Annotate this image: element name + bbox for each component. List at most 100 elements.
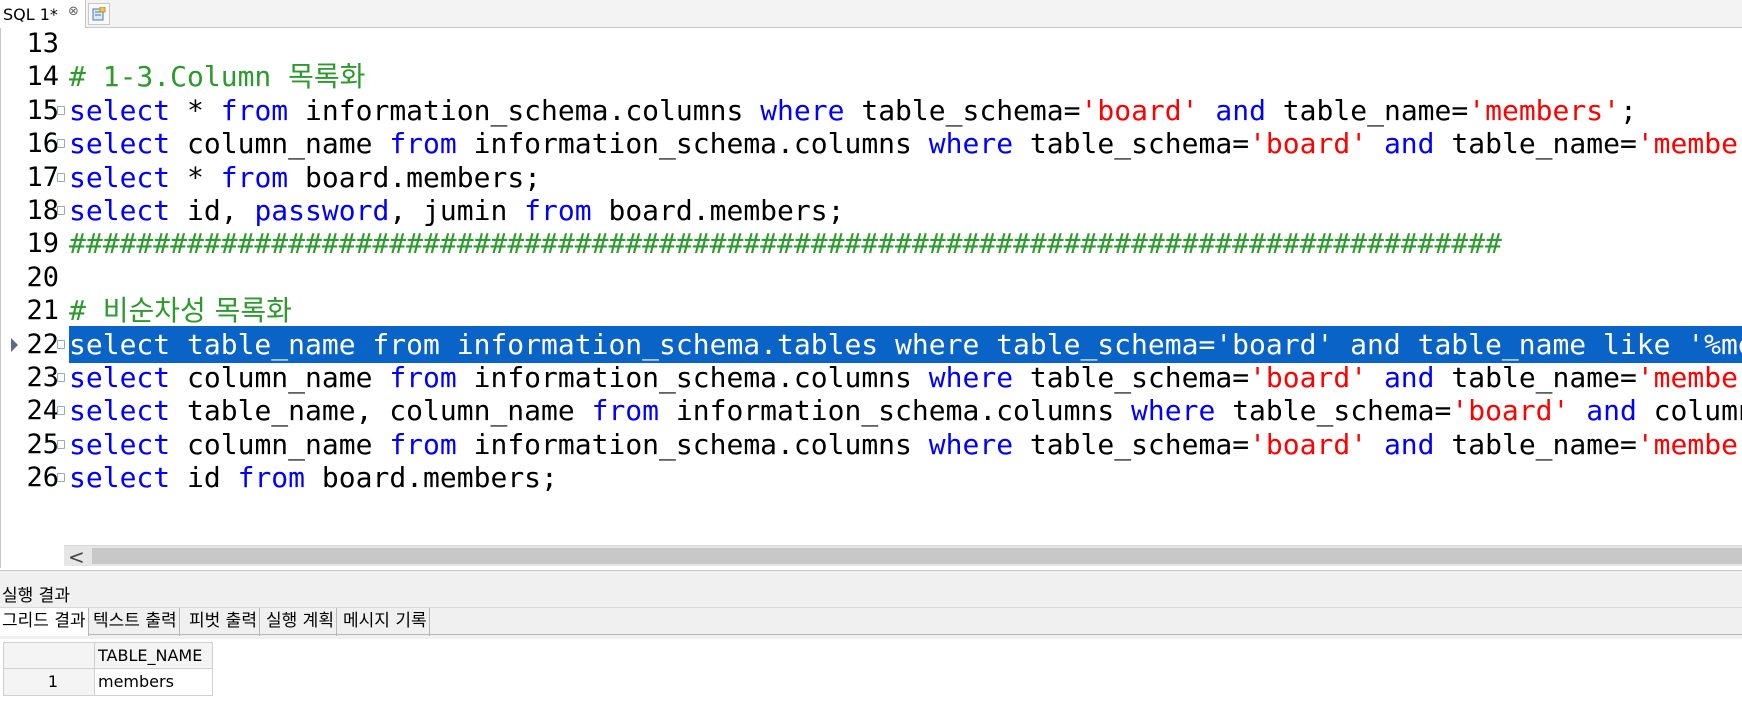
code-token: table_name= (1434, 127, 1637, 161)
code-line[interactable]: 14 # 1-3.Column 목록화 (1, 58, 1742, 95)
sql-editor[interactable]: 13 14 # 1-3.Column 목록화 15 select * from info… (0, 28, 1742, 568)
code-token: table_name= (1434, 427, 1637, 461)
new-query-icon[interactable] (88, 3, 110, 25)
code-line[interactable]: 24 select table_name, column_name from in… (1, 392, 1742, 429)
code-text: select id, password, jumin from board.me… (69, 192, 850, 229)
line-number: 17 (26, 161, 59, 193)
code-token: where (1131, 394, 1216, 428)
code-token: # (69, 294, 103, 328)
code-token: table_schema= (1013, 127, 1250, 161)
code-token: ########################################… (69, 227, 1502, 261)
line-number: 18 (26, 195, 59, 226)
code-text: select column_name from information_sche… (69, 125, 1742, 162)
editor-tab-bar: SQL 1* ⊗ (0, 0, 1742, 28)
code-token: select (69, 93, 171, 127)
code-token: 'members' (1468, 93, 1620, 127)
fold-marker-icon[interactable] (57, 139, 65, 149)
code-text: # 1-3.Column 목록화 (69, 58, 371, 95)
code-token: column_name (170, 361, 390, 394)
code-token: 'board' (1080, 93, 1199, 127)
code-token: information_schema.columns (288, 93, 761, 127)
line-number: 14 (26, 61, 59, 93)
grid-corner-cell[interactable] (3, 642, 95, 669)
code-token: column_name (1653, 394, 1742, 428)
tab-sql-1[interactable]: SQL 1* ⊗ (0, 0, 86, 28)
code-token: 'members' (1636, 127, 1742, 161)
code-token: table_name, column_name (170, 394, 592, 428)
tab-execution-plan[interactable]: 실행 계획 (264, 608, 337, 636)
line-number: 26 (26, 462, 59, 494)
code-line[interactable]: 25 select column_name from information_sc… (1, 426, 1742, 463)
horizontal-scrollbar[interactable]: < (64, 545, 1742, 569)
code-token: password (254, 194, 390, 227)
scrollbar-thumb[interactable] (92, 548, 1742, 564)
code-text: select column_name from information_sche… (69, 359, 1742, 396)
fold-marker-icon[interactable] (57, 439, 65, 449)
code-token: information_schema.columns (456, 361, 929, 394)
tab-grid-results[interactable]: 그리드 결과 (0, 608, 89, 636)
code-token: column_name (170, 127, 390, 161)
code-text: # 비순차성 목록화 (69, 292, 298, 329)
grid-cell[interactable]: members (95, 669, 213, 696)
line-number: 13 (26, 28, 59, 59)
line-number: 20 (26, 261, 59, 293)
code-token: 'board' (1249, 427, 1368, 461)
results-panel: 실행 결과 그리드 결과 텍스트 출력 피벗 출력 실행 계획 메시지 기록 T… (0, 570, 1742, 715)
tab-message-log[interactable]: 메시지 기록 (341, 608, 430, 636)
fold-marker-icon[interactable] (57, 373, 65, 382)
code-line[interactable]: 26 select id from board.members; (1, 459, 1742, 496)
code-token: from (389, 427, 457, 461)
tab-text-output[interactable]: 텍스트 출력 (91, 608, 180, 636)
fold-marker-icon[interactable] (57, 206, 65, 215)
code-token: from (389, 361, 457, 394)
code-token: * (170, 160, 221, 194)
fold-marker-icon[interactable] (57, 172, 65, 182)
code-token: ; (1619, 93, 1637, 127)
fold-marker-icon[interactable] (57, 473, 65, 483)
code-token: from (389, 127, 457, 161)
grid-row-number[interactable]: 1 (3, 669, 95, 696)
code-line[interactable]: 20 (1, 259, 1742, 296)
code-line[interactable]: 17 select * from board.members; (1, 159, 1742, 196)
code-line[interactable]: 15 select * from information_schema.colum… (1, 92, 1742, 129)
tab-pivot-output[interactable]: 피벗 출력 (187, 608, 260, 636)
code-line[interactable]: 19 ######################################… (1, 225, 1742, 262)
code-token: select (69, 127, 171, 161)
scroll-left-icon[interactable]: < (68, 545, 85, 569)
line-number: 25 (26, 428, 59, 460)
code-token: 'board' (1249, 127, 1368, 161)
fold-marker-icon[interactable] (57, 406, 65, 416)
code-token: board.members; (591, 194, 845, 227)
code-text: select * from information_schema.columns… (69, 92, 1643, 129)
code-line[interactable]: 23 select column_name from information_sc… (1, 359, 1742, 396)
code-token: select (69, 427, 171, 461)
code-line[interactable]: 18 select id, password, jumin from board.… (1, 192, 1742, 229)
code-text: ########################################… (69, 225, 1508, 262)
fold-marker-icon[interactable] (57, 105, 65, 115)
close-tab-icon[interactable]: ⊗ (68, 4, 79, 19)
line-number: 23 (26, 362, 59, 393)
grid-column-header[interactable]: TABLE_NAME (95, 642, 213, 669)
code-text: select column_name from information_sche… (69, 426, 1742, 463)
results-grid: TABLE_NAME 1 members (0, 639, 1742, 715)
code-token: select (69, 194, 171, 227)
code-token: 'board' (1451, 394, 1570, 428)
code-token: select (69, 394, 171, 428)
code-token: where (760, 93, 845, 127)
code-token: select (69, 461, 171, 495)
code-line[interactable]: 22 select table_name from information_sch… (1, 325, 1742, 363)
code-line[interactable]: 16 select column_name from information_sc… (1, 125, 1742, 162)
code-token: and (1383, 127, 1435, 161)
code-line[interactable]: 13 (1, 28, 1742, 62)
code-token: 'members' (1636, 427, 1742, 461)
line-number: 15 (26, 94, 59, 126)
code-line[interactable]: 21 # 비순차성 목록화 (1, 292, 1742, 329)
code-token: 'members' (1636, 361, 1742, 394)
fold-marker-icon[interactable] (57, 339, 65, 349)
